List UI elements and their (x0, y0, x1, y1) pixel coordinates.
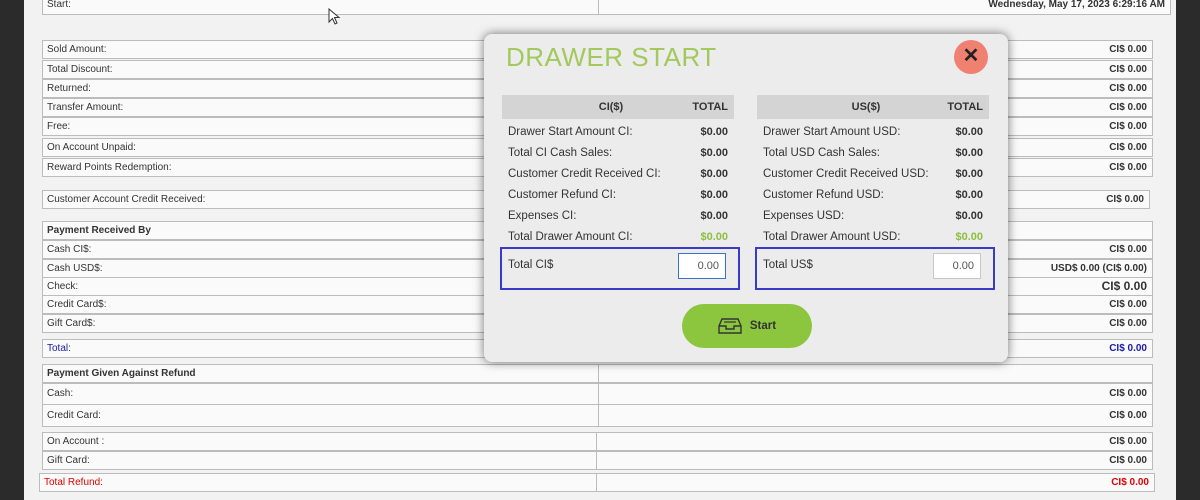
ci-line-expenses: Expenses CI: $0.00 (502, 206, 734, 227)
ci-line-refund: Customer Refund CI: $0.00 (502, 185, 734, 206)
drawer-icon (718, 318, 742, 334)
usd-line-total-drawer: Total Drawer Amount USD: $0.00 (757, 227, 989, 248)
row-value: CI$ 0.00 (1106, 194, 1144, 205)
line-value: $0.00 (955, 147, 983, 159)
total-ci-group: Total CI$ (500, 247, 740, 290)
line-label: Drawer Start Amount USD: (763, 126, 901, 138)
line-value: $0.00 (955, 189, 983, 201)
start-button-label: Start (749, 320, 777, 332)
line-value: $0.00 (700, 147, 728, 159)
start-button[interactable]: Start (682, 304, 812, 348)
mouse-pointer-icon (328, 8, 341, 25)
line-value: $0.00 (700, 126, 728, 138)
row-label: Total Refund: (40, 474, 597, 491)
line-label: Expenses USD: (763, 210, 845, 222)
ci-line-drawer-start: Drawer Start Amount CI: $0.00 (502, 122, 734, 143)
line-label: Expenses CI: (508, 210, 577, 222)
row-label: Gift Card: (43, 452, 597, 469)
row-value: CI$ 0.00 (1109, 455, 1147, 466)
drawer-start-dialog: DRAWER START ✕ CI($) TOTAL Drawer Start … (484, 34, 1008, 362)
total-header: TOTAL (692, 101, 728, 113)
line-label: Drawer Start Amount CI: (508, 126, 633, 138)
line-value: $0.00 (955, 126, 983, 138)
currency-header: CI($) (598, 101, 624, 113)
report-row-start: Start: Wednesday, May 17, 2023 6:29:16 A… (42, 0, 1171, 15)
usd-line-drawer-start: Drawer Start Amount USD: $0.00 (757, 122, 989, 143)
row-value: CI$ 0.00 (1109, 410, 1147, 421)
row-value: CI$ 0.00 (1109, 299, 1147, 310)
ci-line-total-drawer: Total Drawer Amount CI: $0.00 (502, 227, 734, 248)
report-row-refund-cash: Cash: CI$ 0.00 (42, 383, 1153, 405)
ci-column-header: CI($) TOTAL (502, 95, 734, 119)
usd-line-refund: Customer Refund USD: $0.00 (757, 185, 989, 206)
row-value: USD$ 0.00 (CI$ 0.00) (1050, 263, 1147, 274)
row-value: CI$ 0.00 (1109, 64, 1147, 75)
usd-line-credit-received: Customer Credit Received USD: $0.00 (757, 164, 989, 185)
total-usd-input[interactable] (933, 253, 981, 279)
row-value: CI$ 0.00 (1109, 162, 1147, 173)
ci-line-cash-sales: Total CI Cash Sales: $0.00 (502, 143, 734, 164)
dialog-title: DRAWER START (506, 42, 717, 72)
row-value: CI$ 0.00 (1109, 102, 1147, 113)
currency-header: US($) (851, 101, 881, 113)
line-value: $0.00 (700, 168, 728, 180)
row-value: CI$ 0.00 (1109, 83, 1147, 94)
row-value: Wednesday, May 17, 2023 6:29:16 AM (988, 0, 1165, 10)
line-label: Customer Refund CI: (508, 189, 617, 201)
ci-currency-column: CI($) TOTAL Drawer Start Amount CI: $0.00… (502, 95, 734, 248)
row-label: Credit Card: (43, 405, 599, 426)
total-usd-group: Total US$ (755, 247, 995, 290)
line-label: Customer Credit Received CI: (508, 168, 661, 180)
usd-column-header: US($) TOTAL (757, 95, 989, 119)
total-header: TOTAL (947, 101, 983, 113)
row-value: CI$ 0.00 (1109, 388, 1147, 399)
report-section-refund: Payment Given Against Refund (42, 364, 1153, 383)
line-value: $0.00 (955, 168, 983, 180)
report-row-refund-credit-card: Credit Card: CI$ 0.00 (42, 404, 1153, 427)
row-value: CI$ 0.00 (1111, 477, 1149, 488)
row-value: CI$ 0.00 (1109, 436, 1147, 447)
ci-line-credit-received: Customer Credit Received CI: $0.00 (502, 164, 734, 185)
line-value: $0.00 (700, 231, 728, 243)
report-row-refund-gift-card: Gift Card: CI$ 0.00 (42, 451, 1153, 470)
row-value: CI$ 0.00 (1109, 142, 1147, 153)
total-ci-input[interactable] (678, 253, 726, 279)
line-value: $0.00 (700, 210, 728, 222)
line-label: Total USD Cash Sales: (763, 147, 880, 159)
report-row-refund-on-account: On Account : CI$ 0.00 (42, 432, 1153, 451)
row-value: CI$ 0.00 (1101, 279, 1147, 293)
close-icon: ✕ (962, 45, 980, 67)
row-value: CI$ 0.00 (1109, 318, 1147, 329)
row-label: Start: (43, 0, 599, 14)
total-usd-label: Total US$ (763, 259, 813, 271)
row-value: CI$ 0.00 (1109, 44, 1147, 55)
row-label: On Account : (43, 433, 597, 450)
row-value: CI$ 0.00 (1109, 121, 1147, 132)
report-row-total-refund: Total Refund: CI$ 0.00 (39, 473, 1155, 492)
usd-currency-column: US($) TOTAL Drawer Start Amount USD: $0.0… (757, 95, 989, 248)
usd-line-expenses: Expenses USD: $0.00 (757, 206, 989, 227)
line-label: Total CI Cash Sales: (508, 147, 613, 159)
line-label: Customer Credit Received USD: (763, 168, 929, 180)
total-ci-label: Total CI$ (508, 259, 554, 271)
row-label: Cash: (43, 384, 599, 404)
section-header: Payment Given Against Refund (43, 365, 599, 382)
line-value: $0.00 (700, 189, 728, 201)
line-label: Total Drawer Amount USD: (763, 231, 901, 243)
row-value: CI$ 0.00 (1109, 244, 1147, 255)
line-value: $0.00 (955, 231, 983, 243)
line-value: $0.00 (955, 210, 983, 222)
close-button[interactable]: ✕ (954, 40, 988, 74)
line-label: Customer Refund USD: (763, 189, 884, 201)
usd-line-cash-sales: Total USD Cash Sales: $0.00 (757, 143, 989, 164)
row-value: CI$ 0.00 (1109, 343, 1147, 354)
line-label: Total Drawer Amount CI: (508, 231, 633, 243)
